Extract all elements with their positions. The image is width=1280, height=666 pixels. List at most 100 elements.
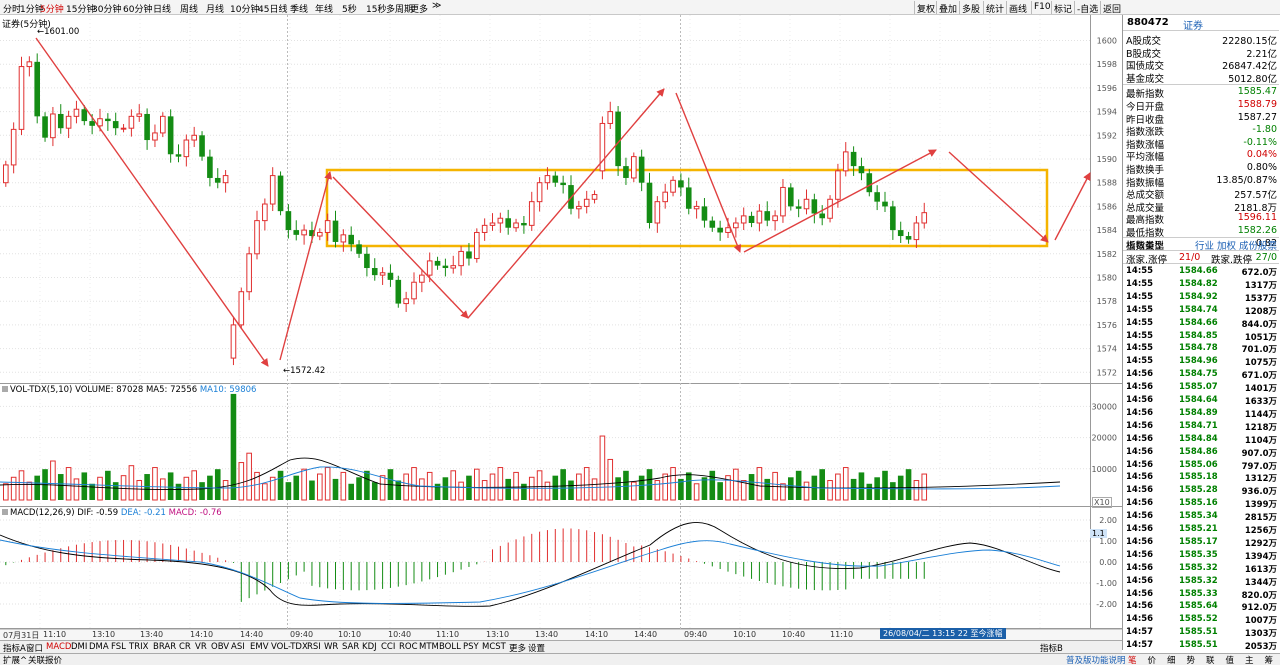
indicator-tab[interactable]: CCI bbox=[381, 642, 395, 652]
indicator-tab[interactable]: MCST bbox=[482, 642, 506, 652]
stat-row: 指数涨跌 -1.80 bbox=[1126, 124, 1277, 139]
indicator-tab[interactable]: DMA bbox=[89, 642, 109, 652]
tool-button[interactable]: 复权 bbox=[917, 2, 935, 15]
period-tab[interactable]: 季线 bbox=[290, 2, 308, 15]
indicator-tab[interactable]: VR bbox=[195, 642, 207, 652]
time-tick: 14:40 bbox=[240, 630, 264, 639]
macd-tick: -1.00 bbox=[1096, 579, 1117, 588]
indicator-tab[interactable]: TRIX bbox=[129, 642, 148, 652]
tool-button[interactable]: 返回 bbox=[1103, 2, 1121, 15]
indicator-tab[interactable]: DMI bbox=[71, 642, 87, 652]
price-tick: 1586 bbox=[1097, 202, 1117, 211]
period-tab[interactable]: 分时 bbox=[3, 2, 21, 15]
indicator-tab[interactable]: ASI bbox=[231, 642, 245, 652]
panel-mode-tab[interactable]: 笔 bbox=[1128, 654, 1137, 666]
period-tab[interactable]: 多周期 bbox=[386, 2, 413, 15]
period-tab[interactable]: 60分钟 bbox=[123, 2, 152, 15]
price-tick: 1594 bbox=[1097, 108, 1117, 117]
volume-bar bbox=[474, 468, 480, 501]
candle bbox=[717, 220, 723, 241]
indicator-toggle-icon[interactable] bbox=[2, 386, 8, 392]
volume-bar bbox=[795, 470, 802, 500]
indicator-toggle-icon[interactable] bbox=[2, 509, 8, 515]
price-tick: 1600 bbox=[1097, 37, 1117, 46]
period-tab[interactable]: 月线 bbox=[206, 2, 224, 15]
period-tab[interactable]: 15秒 bbox=[366, 2, 386, 15]
panel-mode-tab[interactable]: 值 bbox=[1226, 654, 1235, 666]
tool-button[interactable]: 多股 bbox=[962, 2, 980, 15]
period-tab[interactable]: 5分钟 bbox=[40, 2, 64, 15]
candle bbox=[65, 110, 72, 139]
indicator-tab[interactable]: EMV bbox=[250, 642, 269, 652]
panel-mode-tab[interactable]: 主 bbox=[1245, 654, 1254, 666]
time-tick: 09:40 bbox=[290, 630, 314, 639]
candle bbox=[905, 231, 912, 244]
stat-row: B股成交 2.21亿 bbox=[1126, 48, 1277, 60]
volume-bar bbox=[246, 452, 252, 501]
candle bbox=[136, 104, 143, 122]
period-tab[interactable]: 更多 bbox=[410, 2, 428, 15]
tool-button[interactable]: F10 bbox=[1034, 2, 1051, 12]
feature-help-link[interactable]: 普及版功能说明 bbox=[1066, 654, 1126, 666]
period-tab[interactable]: 年线 bbox=[315, 2, 333, 15]
indicator-tab[interactable]: KDJ bbox=[362, 642, 377, 652]
volume-bar bbox=[615, 477, 621, 500]
candle bbox=[819, 205, 825, 226]
panel-mode-tab[interactable]: 价 bbox=[1148, 654, 1157, 666]
indicator-tab[interactable]: MTM bbox=[419, 642, 439, 652]
tool-button[interactable]: 叠加 bbox=[939, 2, 957, 15]
candle bbox=[50, 106, 56, 147]
expand-button[interactable]: 扩展^ bbox=[3, 654, 27, 666]
tick-row: 14:56 1584.64 1633万 bbox=[1126, 395, 1277, 407]
period-tab[interactable]: 周线 bbox=[180, 2, 198, 15]
tool-button[interactable]: 统计 bbox=[986, 2, 1004, 15]
panel-mode-tab[interactable]: 细 bbox=[1167, 654, 1176, 666]
tick-row: 14:56 1584.86 907.0万 bbox=[1126, 446, 1277, 459]
stat-row: 总成交额 257.57亿 bbox=[1126, 190, 1277, 202]
period-tab[interactable]: 5秒 bbox=[342, 2, 357, 15]
volume-bar bbox=[497, 467, 504, 501]
period-tab[interactable]: 日线 bbox=[153, 2, 171, 15]
panel-mode-tab[interactable]: 筹 bbox=[1265, 654, 1274, 666]
period-tab[interactable]: 10分钟 bbox=[230, 2, 259, 15]
indicator-tabs: 指标A 窗口 MACD DMI DMA FSL TRIX BRAR CR VR OBV ASI EMV V… bbox=[0, 640, 1122, 654]
indicator-tab[interactable]: ROC bbox=[399, 642, 418, 652]
period-tab[interactable]: 45日线 bbox=[258, 2, 287, 15]
indicator-tab[interactable]: FSL bbox=[111, 642, 126, 652]
indicator-tab[interactable]: VOL-TDX bbox=[271, 642, 308, 652]
volume-bar bbox=[505, 478, 511, 500]
more-chevron-icon[interactable]: ≫ bbox=[432, 1, 441, 11]
indicator-tab[interactable]: SAR bbox=[342, 642, 359, 652]
related-quote-button[interactable]: 关联报价 bbox=[28, 654, 62, 666]
candle bbox=[913, 215, 920, 248]
volume-bar bbox=[568, 480, 574, 500]
indicator-tab[interactable]: WR bbox=[324, 642, 338, 652]
indicator-tab[interactable]: CR bbox=[179, 642, 191, 652]
indicator-tab[interactable]: BOLL bbox=[439, 642, 461, 652]
indicator-tab[interactable]: BRAR bbox=[153, 642, 176, 652]
indicator-tab[interactable]: OBV bbox=[211, 642, 229, 652]
candle bbox=[890, 200, 896, 240]
time-tick: 14:10 bbox=[190, 630, 214, 639]
indicator-tab[interactable]: PSY bbox=[463, 642, 479, 652]
indicator-tab[interactable]: MACD bbox=[46, 642, 71, 652]
volume-bar bbox=[34, 475, 40, 500]
candle bbox=[73, 100, 80, 124]
panel-mode-tab[interactable]: 势 bbox=[1187, 654, 1196, 666]
indicator-tab[interactable]: RSI bbox=[307, 642, 321, 652]
time-tick: 14:40 bbox=[634, 630, 658, 639]
period-tab[interactable]: 30分钟 bbox=[92, 2, 121, 15]
stat-row: 最新指数 1585.47 bbox=[1126, 86, 1277, 101]
tool-button[interactable]: 画线 bbox=[1009, 2, 1027, 15]
index-name[interactable]: 证券 bbox=[1183, 17, 1203, 32]
macd-tick: 1.00 bbox=[1099, 537, 1117, 546]
candle bbox=[379, 267, 386, 285]
candle bbox=[120, 124, 127, 133]
stat-row: 最低指数 1582.26 bbox=[1126, 225, 1277, 239]
tool-button[interactable]: -自选 bbox=[1077, 2, 1098, 15]
kline-chart[interactable]: 1600 1598 1596 1594 1592 1590 1588 1586 1584 1582… bbox=[0, 15, 1122, 629]
panel-mode-tab[interactable]: 联 bbox=[1206, 654, 1215, 666]
tool-button[interactable]: 标记 bbox=[1054, 2, 1072, 15]
candle bbox=[489, 213, 496, 231]
candle bbox=[607, 101, 614, 130]
